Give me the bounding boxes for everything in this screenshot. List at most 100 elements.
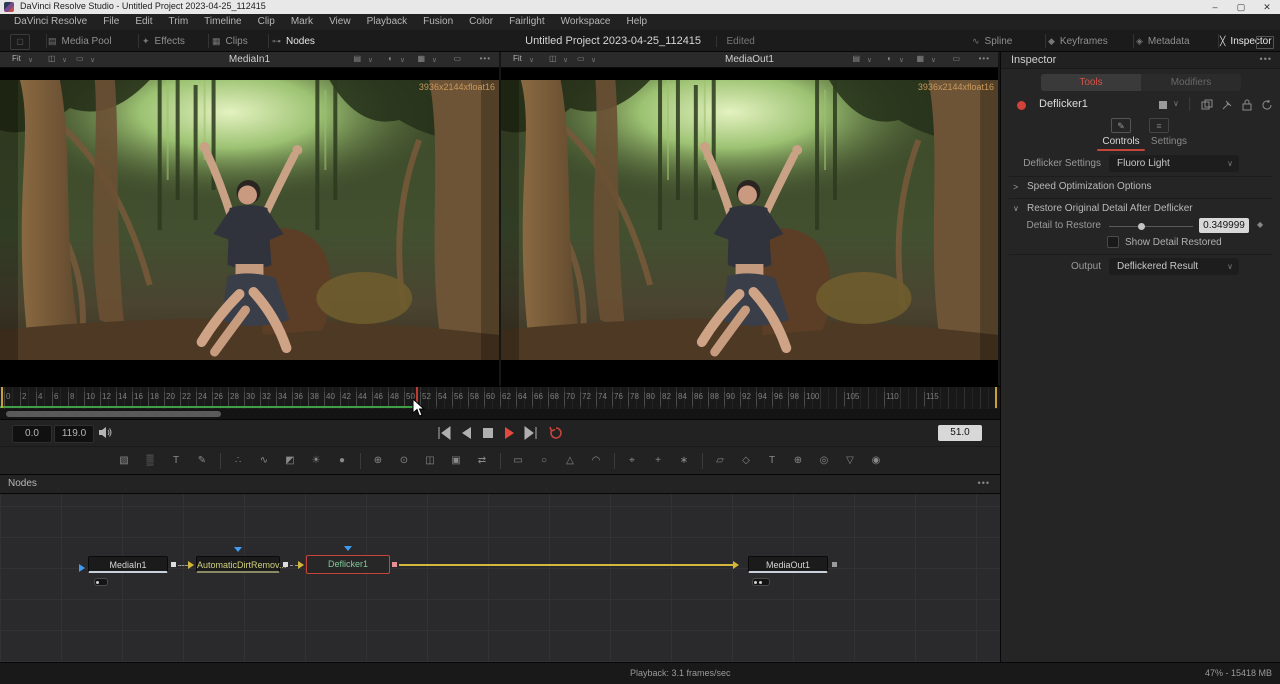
clips-button[interactable]: ▦Clips xyxy=(212,30,248,52)
detail-value-field[interactable]: 0.349999 xyxy=(1199,218,1249,233)
go-to-start-button[interactable] xyxy=(436,425,454,441)
node-mediain1[interactable]: MediaIn1 xyxy=(88,556,168,573)
restore-detail-section[interactable]: ∨ Restore Original Detail After Deflicke… xyxy=(1001,201,1280,217)
planar-tracker-icon[interactable]: + xyxy=(650,454,667,468)
merge-3d-icon[interactable]: ⊕ xyxy=(790,454,807,468)
viewer-options-icon[interactable]: ••• xyxy=(979,54,990,63)
output-dropdown[interactable]: Deflickered Result ∨ xyxy=(1109,258,1239,275)
range-start-field[interactable]: 0.0 xyxy=(12,425,52,443)
roi-grid-icon[interactable]: ▦ xyxy=(916,54,924,63)
blur-tool-icon[interactable]: ∴ xyxy=(230,454,247,468)
timeline-scrollbar-thumb[interactable] xyxy=(6,411,221,417)
menu-clip[interactable]: Clip xyxy=(250,14,283,30)
menu-fairlight[interactable]: Fairlight xyxy=(501,14,553,30)
image-plane-3d-icon[interactable]: ▱ xyxy=(712,454,729,468)
channel-booleans-icon[interactable]: ◫ xyxy=(422,454,439,468)
menu-workspace[interactable]: Workspace xyxy=(553,14,619,30)
effects-button[interactable]: ✦Effects xyxy=(142,30,185,52)
fast-noise-icon[interactable]: ▒ xyxy=(142,454,159,468)
inspector-options-icon[interactable]: ••• xyxy=(1260,54,1272,64)
viewer-lut-icon[interactable]: ◐ xyxy=(887,54,892,63)
channel-display-icon[interactable]: ▤ xyxy=(852,54,860,63)
media-pool-toggle-icon[interactable]: ▢ xyxy=(10,34,30,50)
subtab-settings[interactable]: Settings xyxy=(1147,136,1191,147)
menu-mark[interactable]: Mark xyxy=(283,14,321,30)
reset-icon[interactable] xyxy=(1261,99,1273,111)
minimize-button[interactable]: – xyxy=(1202,0,1228,14)
spotlight-icon[interactable]: ▽ xyxy=(842,454,859,468)
media-pool-button[interactable]: ▤Media Pool xyxy=(48,30,112,52)
menu-playback[interactable]: Playback xyxy=(359,14,416,30)
range-end-field[interactable]: 119.0 xyxy=(54,425,94,443)
spline-button[interactable]: ∿Spline xyxy=(972,30,1012,52)
node-deflicker1[interactable]: Deflicker1 xyxy=(306,555,390,574)
camera-3d-icon[interactable]: ◎ xyxy=(816,454,833,468)
viewer-right-image-area[interactable]: 3936x2144xfloat16 xyxy=(501,68,998,386)
menu-view[interactable]: View xyxy=(321,14,359,30)
node-enable-toggle[interactable] xyxy=(1017,101,1026,110)
viewer-lut-icon[interactable]: ◐ xyxy=(388,54,393,63)
paint-tool-icon[interactable]: ✎ xyxy=(194,454,211,468)
merge-icon[interactable]: ⊕ xyxy=(370,454,387,468)
deflicker-settings-dropdown[interactable]: Fluoro Light ∨ xyxy=(1109,155,1239,172)
node-automaticdirtremoval[interactable]: AutomaticDirtRemov... xyxy=(196,556,280,573)
renderer-3d-icon[interactable]: ◉ xyxy=(868,454,885,468)
connection-dirt-deflicker[interactable] xyxy=(290,565,298,566)
tab-tools[interactable]: Tools xyxy=(1041,74,1141,91)
color-gain-icon[interactable]: ● xyxy=(334,454,351,468)
nodes-panel-options-icon[interactable]: ••• xyxy=(978,478,990,488)
menu-timeline[interactable]: Timeline xyxy=(196,14,249,30)
node-graph[interactable]: MediaIn1 AutomaticDirtRemov... Deflicker… xyxy=(0,494,1000,662)
subtab-controls[interactable]: Controls xyxy=(1097,136,1145,147)
node-color-swatch[interactable] xyxy=(1159,101,1167,109)
loop-playback-button[interactable] xyxy=(547,425,565,441)
expand-viewer-icon[interactable]: ▭ xyxy=(952,54,960,63)
text-plus-icon[interactable]: T xyxy=(168,454,185,468)
pin-icon[interactable] xyxy=(1221,99,1233,111)
mediaout-thumbnail-toggle[interactable] xyxy=(752,578,770,586)
detail-slider-track[interactable] xyxy=(1109,226,1193,227)
mediain-output-port[interactable] xyxy=(171,562,176,567)
camera-tracker-icon[interactable]: ∗ xyxy=(676,454,693,468)
connection-mediain-dirt[interactable] xyxy=(178,565,188,566)
text-3d-icon[interactable]: T xyxy=(764,454,781,468)
matte-control-icon[interactable]: ⊙ xyxy=(396,454,413,468)
audio-mute-icon[interactable] xyxy=(98,426,112,439)
lock-icon[interactable] xyxy=(1241,99,1253,111)
node-mediaout1[interactable]: MediaOut1 xyxy=(748,556,828,573)
current-frame-field[interactable]: 51.0 xyxy=(938,425,982,441)
color-corrector-icon[interactable]: ◩ xyxy=(282,454,299,468)
ellipse-mask-icon[interactable]: ○ xyxy=(536,454,553,468)
brightness-contrast-icon[interactable]: ☀ xyxy=(308,454,325,468)
metadata-button[interactable]: ◈Metadata xyxy=(1136,30,1190,52)
viewer-left-image-area[interactable]: 3936x2144xfloat16 xyxy=(0,68,499,386)
menu-fusion[interactable]: Fusion xyxy=(415,14,461,30)
rectangle-mask-icon[interactable]: ▭ xyxy=(510,454,527,468)
nodes-button[interactable]: ⊶Nodes xyxy=(272,30,315,52)
close-button[interactable]: ✕ xyxy=(1254,0,1280,14)
deflicker-output-port[interactable] xyxy=(392,562,397,567)
copy-settings-icon[interactable] xyxy=(1201,99,1213,111)
mediaout-monitor-port[interactable] xyxy=(832,562,837,567)
color-curves-icon[interactable]: ∿ xyxy=(256,454,273,468)
dirt-output-port[interactable] xyxy=(283,562,288,567)
background-generator-icon[interactable]: ▧ xyxy=(116,454,133,468)
tracker-icon[interactable]: ⌖ xyxy=(624,454,641,468)
resize-icon[interactable]: ▣ xyxy=(448,454,465,468)
go-to-end-button[interactable] xyxy=(521,425,539,441)
show-detail-checkbox[interactable] xyxy=(1107,236,1119,248)
play-reverse-button[interactable] xyxy=(458,425,476,441)
menu-davinci-resolve[interactable]: DaVinci Resolve xyxy=(6,14,95,30)
detail-slider-handle[interactable] xyxy=(1138,223,1145,230)
keyframes-button[interactable]: ◆Keyframes xyxy=(1048,30,1108,52)
menu-help[interactable]: Help xyxy=(618,14,655,30)
speed-optimization-section[interactable]: > Speed Optimization Options xyxy=(1001,179,1280,195)
roi-grid-icon[interactable]: ▦ xyxy=(417,54,425,63)
menu-color[interactable]: Color xyxy=(461,14,501,30)
play-button[interactable] xyxy=(500,425,518,441)
shape-3d-icon[interactable]: ◇ xyxy=(738,454,755,468)
connection-deflicker-mediaout[interactable] xyxy=(399,564,733,566)
dual-screen-icon[interactable] xyxy=(1256,36,1274,49)
tab-modifiers[interactable]: Modifiers xyxy=(1141,74,1241,91)
transform-icon[interactable]: ⇄ xyxy=(474,454,491,468)
